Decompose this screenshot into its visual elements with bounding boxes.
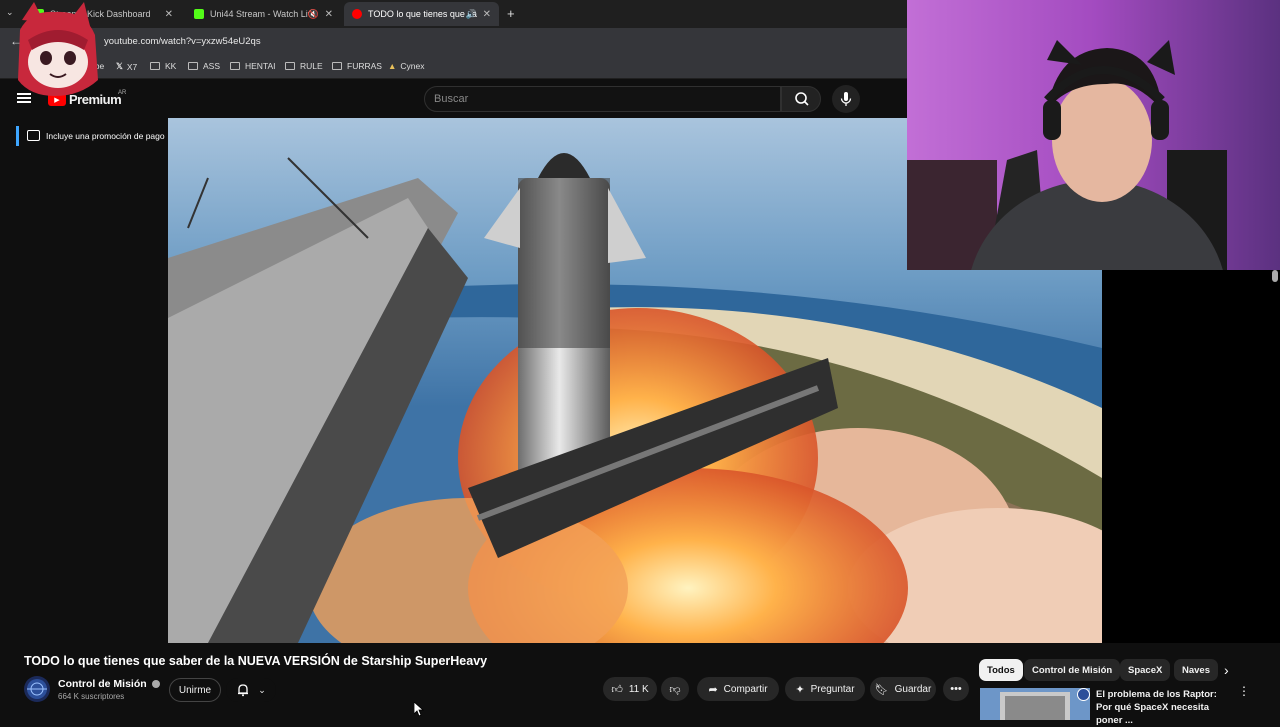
chevron-right-icon[interactable]: › xyxy=(1224,662,1229,678)
bookmark-label: ASS xyxy=(203,61,221,71)
bookmark-folder[interactable]: FURRAS xyxy=(332,61,382,71)
search-icon xyxy=(795,92,809,106)
mute-icon[interactable]: 🔇 xyxy=(308,9,319,20)
bookmark-label: X7 xyxy=(126,61,138,72)
close-tab-icon[interactable]: ✕ xyxy=(325,9,333,20)
browser-tab[interactable]: Uni44 Stream - Watch Live 🔇 ✕ xyxy=(186,2,341,26)
save-button[interactable]: 🔖︎ Guardar xyxy=(870,677,936,701)
folder-icon xyxy=(230,62,240,70)
bookmark-folder[interactable]: ASS xyxy=(188,61,220,71)
recommendation-title[interactable]: El problema de los Raptor: Por qué Space… xyxy=(1096,688,1230,727)
bookmark-folder[interactable]: HENTAI xyxy=(230,61,276,71)
bookmark-icon: 🔖︎ xyxy=(874,683,889,696)
sparkle-icon: ✦ xyxy=(795,683,805,696)
streamer-camera xyxy=(907,0,1280,270)
chip-channel[interactable]: Control de Misión xyxy=(1024,659,1121,681)
like-count: 11 K xyxy=(628,683,649,695)
thumbnail-image xyxy=(980,688,1090,720)
channel-badge-icon xyxy=(1077,688,1090,701)
more-vertical-icon[interactable]: ⋮ xyxy=(1238,685,1250,697)
mascot-avatar-icon xyxy=(18,2,98,96)
chip-naves[interactable]: Naves xyxy=(1174,659,1218,681)
like-button[interactable]: 👍︎ 11 K xyxy=(603,677,657,701)
channel-name-text: Control de Misión xyxy=(58,678,147,690)
webcam-overlay xyxy=(907,0,1280,270)
bookmark-label: KK xyxy=(165,61,177,71)
join-button[interactable]: Unirme xyxy=(169,678,221,702)
globe-icon xyxy=(27,679,47,699)
bookmark-item[interactable]: ▲ Cynex xyxy=(388,61,425,71)
bookmark-item[interactable]: 𝕏 X7 xyxy=(116,61,137,72)
mascot-overlay xyxy=(0,0,115,100)
url-field[interactable]: youtube.com/watch?v=yxzw54eU2qs xyxy=(104,36,261,47)
share-icon: ➦ xyxy=(708,683,718,696)
recommendation-thumbnail[interactable] xyxy=(980,688,1090,720)
sidebar-panel xyxy=(1102,270,1280,643)
save-label: Guardar xyxy=(894,683,932,695)
folder-icon xyxy=(285,62,295,70)
audio-icon[interactable]: 🔊 xyxy=(466,9,477,20)
video-title: TODO lo que tienes que saber de la NUEVA… xyxy=(24,654,488,668)
bookmark-folder[interactable]: RULE xyxy=(285,61,323,71)
cynex-icon: ▲ xyxy=(388,61,397,71)
promo-text: Incluye una promoción de pago xyxy=(46,131,165,141)
bookmark-label: Cynex xyxy=(400,61,425,71)
more-actions-button[interactable]: ••• xyxy=(943,677,969,701)
ask-label: Preguntar xyxy=(810,683,855,695)
verified-icon xyxy=(151,680,160,689)
notification-bell-button[interactable]: ⌄ xyxy=(226,678,276,702)
youtube-icon xyxy=(352,9,362,19)
folder-icon xyxy=(150,62,160,70)
folder-icon xyxy=(188,62,198,70)
mouse-cursor xyxy=(413,701,425,721)
voice-search-button[interactable] xyxy=(832,85,860,113)
browser-tab-active[interactable]: TODO lo que tienes que sa 🔊 ✕ xyxy=(344,2,499,26)
dislike-button[interactable]: 👎︎ xyxy=(661,677,689,701)
x-icon: 𝕏 xyxy=(116,61,123,71)
channel-avatar[interactable] xyxy=(24,676,50,702)
bookmark-label: FURRAS xyxy=(347,61,382,71)
ask-button[interactable]: ✦ Preguntar xyxy=(785,677,865,701)
subscriber-count: 664 K suscriptores xyxy=(58,692,125,701)
bell-icon xyxy=(238,684,249,697)
chevron-down-icon: ⌄ xyxy=(258,684,266,695)
new-tab-button[interactable]: + xyxy=(507,6,515,21)
scrollbar-thumb[interactable] xyxy=(1272,270,1278,282)
bookmark-label: HENTAI xyxy=(245,61,276,71)
channel-name[interactable]: Control de Misión xyxy=(58,678,160,690)
more-horizontal-icon: ••• xyxy=(950,683,962,695)
close-tab-icon[interactable]: ✕ xyxy=(483,9,491,20)
tab-label: Uni44 Stream - Watch Live xyxy=(210,9,318,19)
chip-spacex[interactable]: SpaceX xyxy=(1120,659,1171,681)
folder-icon xyxy=(332,62,342,70)
bookmark-folder[interactable]: KK xyxy=(150,61,176,71)
bookmark-label: RULE xyxy=(300,61,323,71)
microphone-icon xyxy=(840,92,852,106)
close-tab-icon[interactable]: ✕ xyxy=(165,9,173,20)
chip-all[interactable]: Todos xyxy=(979,659,1023,681)
info-icon xyxy=(27,130,40,141)
tab-label: TODO lo que tienes que sa xyxy=(368,9,477,19)
share-label: Compartir xyxy=(723,683,768,695)
search-button[interactable] xyxy=(781,86,821,112)
thumbs-down-icon: 👎︎ xyxy=(669,683,681,696)
search-input[interactable] xyxy=(424,86,781,112)
thumbs-up-icon: 👍︎ xyxy=(611,683,623,696)
kick-icon xyxy=(194,9,204,19)
region-label: AR xyxy=(118,90,127,96)
search-placeholder: Buscar xyxy=(434,93,469,105)
share-button[interactable]: ➦ Compartir xyxy=(697,677,779,701)
